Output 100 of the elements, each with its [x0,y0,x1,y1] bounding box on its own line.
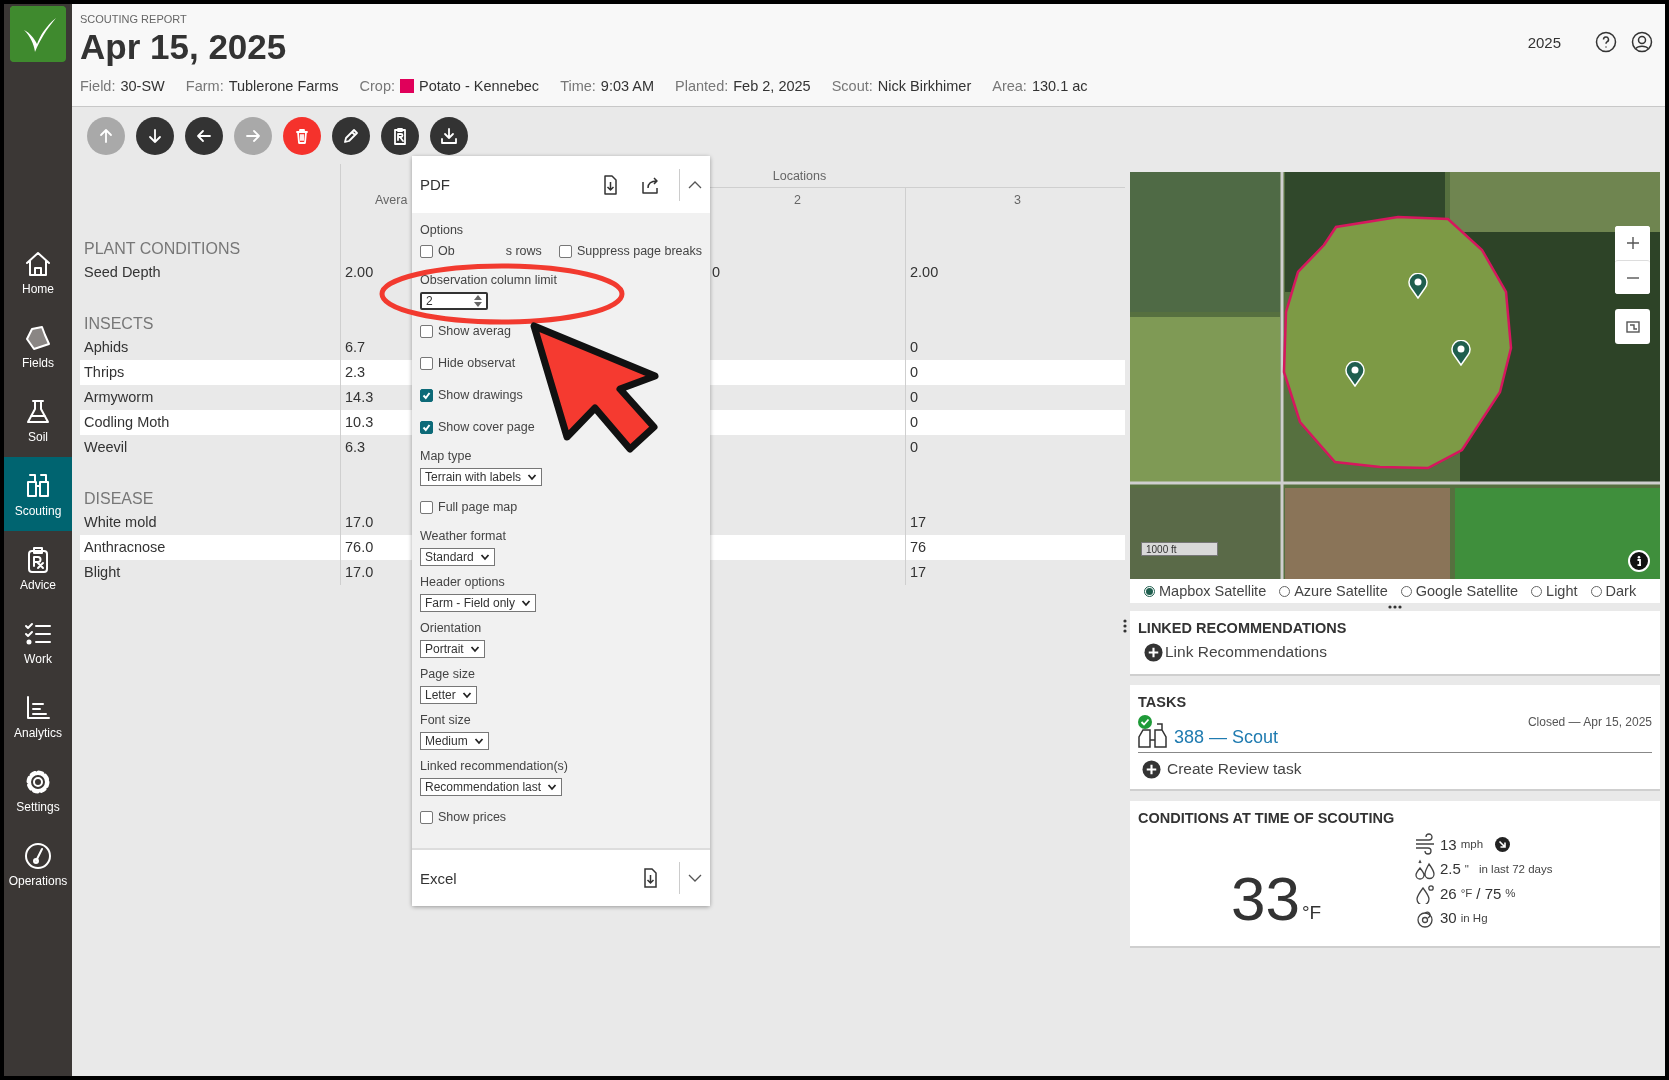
dropdown[interactable]: Recommendation last [420,778,563,796]
meta-label: Time: [560,77,596,96]
download-icon [439,125,459,146]
meta-value: 130.1 ac [1031,77,1088,96]
zoom-out-button[interactable] [1615,260,1650,294]
left-button[interactable] [185,116,223,155]
section-title: PDF [420,176,451,193]
field-label: Page size [420,666,476,682]
dropdown[interactable]: Standard [420,548,495,566]
kebab-menu-icon[interactable] [1123,619,1127,633]
caret-icon [473,736,484,746]
checkbox[interactable] [420,244,433,258]
radio-label: Mapbox Satellite [1159,583,1267,599]
checkbox[interactable] [558,244,572,258]
radio-button[interactable] [1144,585,1155,597]
spinner-icon[interactable] [474,295,482,307]
meta-label: Scout: [831,77,873,96]
row-label: Aphids [84,339,129,355]
checkbox[interactable] [420,810,433,824]
link-recommendations-button[interactable]: Link Recommendations [1144,642,1652,662]
dropdown[interactable]: Letter [420,686,477,704]
year-selector[interactable]: 2025 [1527,33,1561,51]
prescription-button[interactable] [381,116,419,155]
report-title: Apr 15, 2025 [80,26,287,68]
card-title: CONDITIONS AT TIME OF SCOUTING [1138,810,1395,826]
reading-value: 26 [1440,884,1457,902]
row-label: Blight [84,564,121,580]
checkbox[interactable] [420,420,433,434]
radio-button[interactable] [1279,585,1291,597]
field-label: Weather format [420,528,507,544]
edit-button[interactable] [332,116,370,155]
map-pin-icon[interactable] [1408,273,1428,299]
reading-value: 30 [1440,909,1457,927]
checkbox-label: Show cover page [438,420,535,434]
task-link[interactable]: 388 — Scout [1174,726,1279,748]
sidebar-item[interactable]: Settings [4,753,72,827]
help-icon[interactable] [1595,31,1617,53]
sidebar-item[interactable]: Fields [4,309,72,383]
table-cell: 17.0 [345,564,374,580]
sidebar-item[interactable]: Analytics [4,679,72,753]
delete-button[interactable] [283,116,321,155]
radio-label: Azure Satellite [1294,583,1388,599]
number-field[interactable]: 2 [420,292,488,310]
field-label: Font size [420,712,472,728]
meta-label: Field: [80,77,116,96]
meta-label: Planted: [675,77,729,96]
caret-icon [547,782,558,792]
checkbox[interactable] [420,356,433,370]
sidebar-item[interactable]: Scouting [4,457,72,531]
create-review-task-button[interactable]: Create Review task [1142,759,1652,779]
reading-unit: °F [1460,887,1473,900]
map-pin-icon[interactable] [1345,361,1365,387]
meta-value: 30-SW [120,77,165,96]
table-cell: 0 [910,339,919,355]
table-cell: 2.00 [345,264,374,280]
table-cell: 0 [910,364,919,380]
checkbox-label: Hide observat [438,356,516,370]
dropdown[interactable]: Terrain with labels [420,468,543,486]
map-pin-icon[interactable] [1451,340,1471,366]
sidebar-item[interactable]: Advice [4,531,72,605]
options-heading: Options [420,222,465,238]
dropdown[interactable]: Medium [420,732,489,750]
caret-icon [479,552,490,562]
temperature-value: 33 [1230,868,1300,930]
checkbox[interactable] [420,500,433,514]
checkbox-label: Suppress page breaks [576,244,702,258]
radio-button[interactable] [1400,585,1412,597]
sidebar-item[interactable]: Home [4,235,72,309]
radio-label: Light [1546,583,1578,599]
drag-handle-icon[interactable] [1388,605,1402,609]
section-heading: PLANT CONDITIONS [84,240,241,257]
row-label: White mold [84,514,157,530]
download-button[interactable] [430,116,468,155]
reading-unit: % [1505,887,1516,900]
reading-unit: in Hg [1460,911,1488,924]
table-cell: 2.00 [910,264,939,280]
field-label: Orientation [420,620,483,636]
sidebar-item[interactable]: Work [4,605,72,679]
dropdown[interactable]: Portrait [420,640,485,658]
reading-value: / 75 [1476,884,1502,902]
operations-icon [23,840,53,871]
field-label: Observation column limit [420,272,558,288]
checkbox[interactable] [420,388,433,402]
radio-button[interactable] [1531,585,1543,597]
dropdown[interactable]: Farm - Field only [420,594,537,612]
sidebar-item[interactable]: Soil [4,383,72,457]
caret-icon [469,644,480,654]
wind-icon [1414,833,1436,856]
row-label: Seed Depth [84,264,161,280]
radio-button[interactable] [1590,585,1602,597]
frame-icon [1624,318,1641,335]
checkbox-label: Show prices [438,810,507,824]
down-button[interactable] [136,116,174,155]
user-icon[interactable] [1631,31,1653,53]
table-cell: 10.3 [345,414,374,430]
checkbox[interactable] [420,324,433,338]
column-header: 2 [794,193,801,207]
sidebar-item[interactable]: Operations [4,827,72,901]
table-cell: 0 [712,264,721,280]
fit-bounds-button[interactable] [1615,309,1650,344]
